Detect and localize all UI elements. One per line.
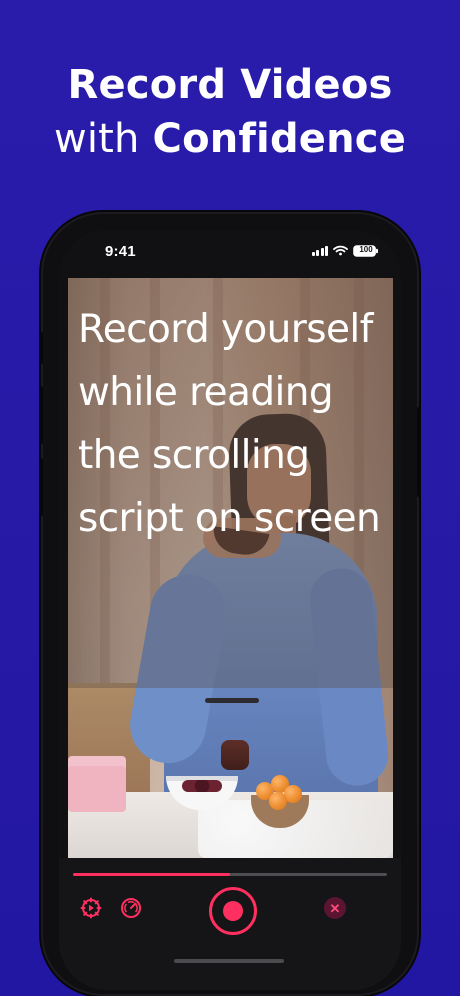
pink-box — [68, 756, 126, 812]
teleprompter-script: Record yourself while reading the scroll… — [78, 307, 381, 541]
phone-volume-up-button — [39, 386, 43, 444]
phone-power-button — [417, 407, 421, 497]
battery-percent: 100 — [359, 245, 373, 254]
record-button[interactable] — [209, 887, 257, 935]
recording-controls-panel: ✕ — [59, 858, 401, 990]
hero-line-2-prefix: with — [53, 116, 140, 162]
hero-line-2: with Confidence — [0, 112, 460, 166]
close-icon: ✕ — [329, 900, 341, 916]
app-store-screenshot: Record Videos with Confidence 9:41 100 R… — [0, 0, 460, 996]
orange — [269, 792, 287, 810]
battery-icon: 100 — [353, 244, 379, 257]
wifi-icon — [333, 245, 348, 256]
hero-line-2-bold: Confidence — [152, 116, 407, 162]
record-icon — [223, 901, 243, 921]
close-button[interactable]: ✕ — [324, 897, 346, 919]
status-icons: 100 — [311, 244, 380, 257]
status-time: 9:41 — [105, 243, 136, 260]
signal-icon — [311, 245, 328, 256]
recording-progress-fill — [73, 873, 230, 876]
phone-frame: 9:41 100 Record yourself while reading t… — [39, 214, 421, 994]
recording-progress-track — [73, 873, 387, 876]
phone-side-button — [39, 332, 43, 364]
phone-volume-down-button — [39, 458, 43, 516]
playback-settings-icon[interactable] — [79, 896, 103, 920]
status-bar: 9:41 100 — [59, 230, 401, 278]
speed-gauge-icon[interactable] — [119, 896, 143, 920]
hero-headline: Record Videos with Confidence — [0, 58, 460, 166]
home-indicator — [174, 959, 284, 963]
teleprompter-resize-handle[interactable] — [205, 698, 259, 703]
phone-screen: 9:41 100 Record yourself while reading t… — [59, 230, 401, 990]
hero-line-1: Record Videos — [67, 62, 393, 108]
teleprompter-overlay: Record yourself while reading the scroll… — [68, 278, 393, 688]
cherries — [182, 780, 222, 792]
camera-preview: Record yourself while reading the scroll… — [68, 278, 393, 858]
dessert-bowl — [221, 740, 249, 770]
